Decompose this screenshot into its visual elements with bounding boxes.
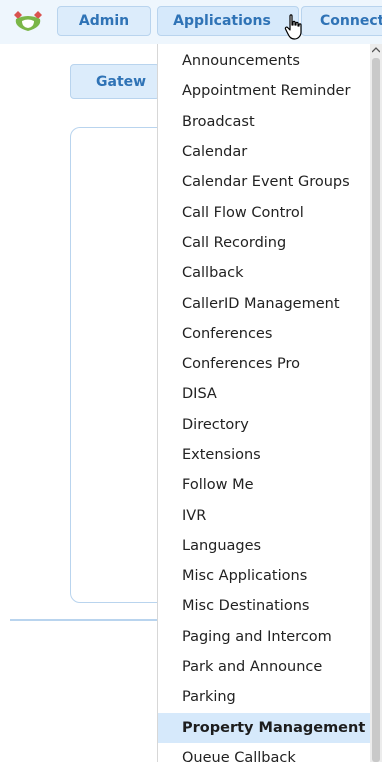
- menu-item[interactable]: Follow Me: [158, 470, 371, 500]
- menu-item[interactable]: Callback: [158, 258, 371, 288]
- menu-item[interactable]: Parking: [158, 682, 371, 712]
- nav-applications-label: Applications: [173, 13, 271, 29]
- menu-item[interactable]: Languages: [158, 531, 371, 561]
- content-panel: [70, 127, 170, 603]
- scrollbar-thumb[interactable]: [372, 58, 380, 762]
- menu-item[interactable]: Conferences: [158, 319, 371, 349]
- applications-menu-list: Announcements Appointment Reminder Broadca…: [158, 46, 371, 762]
- applications-dropdown-menu: Announcements Appointment Reminder Broadca…: [157, 44, 382, 762]
- divider-line: [10, 619, 170, 621]
- menu-item[interactable]: CallerID Management: [158, 288, 371, 318]
- menu-item[interactable]: Extensions: [158, 440, 371, 470]
- menu-item[interactable]: Conferences Pro: [158, 349, 371, 379]
- top-navigation-bar: Admin Applications Connect: [0, 0, 382, 44]
- menu-item[interactable]: Queue Callback: [158, 743, 371, 762]
- menu-item[interactable]: Directory: [158, 410, 371, 440]
- nav-applications-button[interactable]: Applications: [157, 6, 299, 36]
- menu-item[interactable]: Call Recording: [158, 228, 371, 258]
- freepbx-logo-icon[interactable]: [8, 9, 48, 33]
- hand-pointer-icon: [284, 14, 302, 40]
- menu-item[interactable]: Announcements: [158, 46, 371, 76]
- menu-item[interactable]: Call Flow Control: [158, 197, 371, 227]
- menu-item[interactable]: Broadcast: [158, 107, 371, 137]
- menu-item[interactable]: Misc Applications: [158, 561, 371, 591]
- menu-item[interactable]: Park and Announce: [158, 652, 371, 682]
- menu-item[interactable]: Paging and Intercom: [158, 622, 371, 652]
- dropdown-scrollbar[interactable]: [370, 44, 382, 762]
- menu-item[interactable]: DISA: [158, 379, 371, 409]
- nav-admin-button[interactable]: Admin: [57, 6, 151, 36]
- menu-item[interactable]: Property Management: [158, 712, 371, 743]
- menu-item[interactable]: Misc Destinations: [158, 591, 371, 621]
- menu-item[interactable]: IVR: [158, 500, 371, 530]
- menu-item[interactable]: Calendar Event Groups: [158, 167, 371, 197]
- menu-item[interactable]: Calendar: [158, 137, 371, 167]
- menu-item[interactable]: Appointment Reminder: [158, 76, 371, 106]
- nav-connect-button[interactable]: Connect: [301, 6, 382, 36]
- gateway-button[interactable]: Gatew: [70, 64, 160, 99]
- chevron-up-icon[interactable]: [370, 44, 382, 56]
